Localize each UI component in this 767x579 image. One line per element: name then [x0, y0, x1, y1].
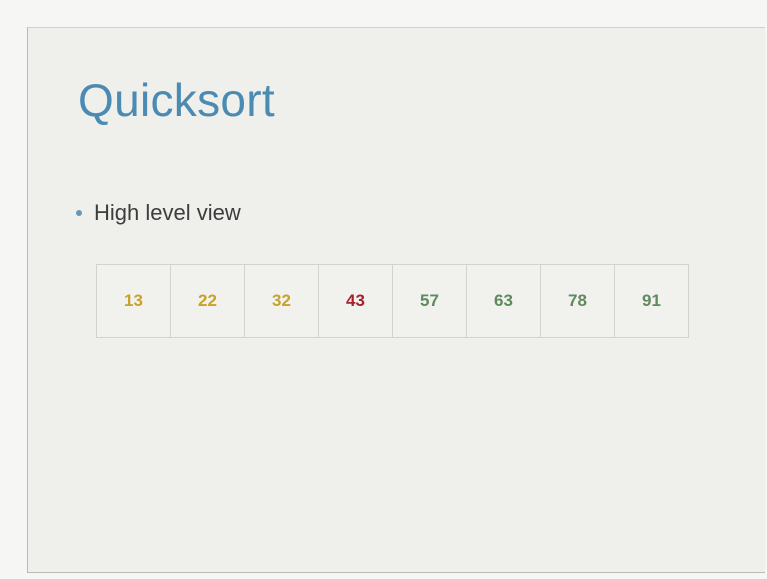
array-cell: 91	[615, 265, 689, 338]
slide-title: Quicksort	[78, 74, 275, 126]
array-cell: 57	[393, 265, 467, 338]
array-cell: 32	[245, 265, 319, 338]
array-cell: 63	[467, 265, 541, 338]
array-cell: 22	[171, 265, 245, 338]
screen: Quicksort High level view 13 22 32 43 57…	[0, 0, 767, 579]
bullet-text: High level view	[94, 200, 241, 225]
array-cell: 78	[541, 265, 615, 338]
slide: Quicksort High level view 13 22 32 43 57…	[27, 27, 765, 573]
array-cell: 13	[97, 265, 171, 338]
bullet-item: High level view	[76, 200, 241, 226]
array-row: 13 22 32 43 57 63 78 91	[96, 264, 689, 338]
bullet-dot-icon	[76, 210, 82, 216]
array-cell-pivot: 43	[319, 265, 393, 338]
